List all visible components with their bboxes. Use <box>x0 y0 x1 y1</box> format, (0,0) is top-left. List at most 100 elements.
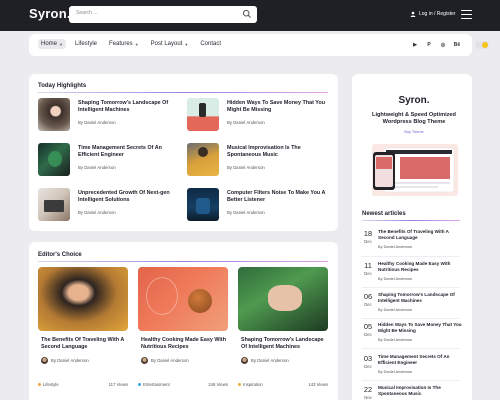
article-author: By Daniel Anderson <box>378 337 413 342</box>
article-title[interactable]: Shaping Tomorrow's Landscape Of Intellig… <box>78 100 182 114</box>
divider <box>362 318 460 319</box>
article-title[interactable]: Healthy Cooking Made Easy With Nutritiou… <box>141 337 229 351</box>
article-author: By Daniel Anderson <box>378 307 413 312</box>
highlight-item[interactable]: Unprecedented Growth Of Next-gen Intelli… <box>38 188 178 222</box>
search-icon[interactable] <box>242 9 252 19</box>
section-divider <box>38 261 328 263</box>
date-month: Nov <box>364 395 372 400</box>
divider <box>362 348 460 349</box>
article-author: By Daniel Anderson <box>378 276 413 281</box>
chevron-down-icon: ▼ <box>59 41 63 47</box>
article-title[interactable]: Hidden Ways To Save Money That You Might… <box>227 100 331 114</box>
category-badge[interactable]: Entertainment <box>138 382 170 387</box>
nav-item-home[interactable]: Home ▼ <box>38 39 66 49</box>
highlight-item[interactable]: Hidden Ways To Save Money That You Might… <box>187 98 327 132</box>
category-dot <box>238 383 241 387</box>
article-title[interactable]: Shaping Tomorrow's Landscape Of Intellig… <box>241 337 329 351</box>
buy-theme-link[interactable]: Buy Theme <box>369 130 459 134</box>
highlight-item[interactable]: Musical Improvisation Is The Spontaneous… <box>187 143 327 177</box>
date-month: Dec <box>364 302 372 307</box>
avatar <box>241 357 248 364</box>
main-nav: Home ▼ Lifestyle Features ▼ Post Layout … <box>29 34 489 56</box>
divider <box>362 380 460 381</box>
newest-article-item[interactable]: 11 Dec Healthy Cooking Made Easy With Nu… <box>362 261 462 289</box>
highlight-item[interactable]: Computer Filters Noise To Make You A Bet… <box>187 188 327 222</box>
article-meta: Inspiration 143 Views <box>238 382 328 387</box>
nav-label: Contact <box>200 41 221 47</box>
section-divider <box>38 92 328 94</box>
newest-article-item[interactable]: 18 Dec The Benefits Of Traveling With A … <box>362 229 462 257</box>
article-image[interactable] <box>238 267 328 331</box>
date-day: 05 <box>363 322 373 331</box>
article-thumbnail[interactable] <box>187 188 219 221</box>
nav-item-contact[interactable]: Contact <box>197 39 224 49</box>
category-dot <box>138 383 141 387</box>
article-title[interactable]: Hidden Ways To Save Money That You Might… <box>378 322 466 334</box>
article-title[interactable]: Time Management Secrets Of An Efficient … <box>378 354 466 366</box>
article-title[interactable]: Computer Filters Noise To Make You A Bet… <box>227 190 331 204</box>
article-title[interactable]: Shaping Tomorrow's Landscape Of Intellig… <box>378 292 466 304</box>
sidebar-tagline: Lightweight & Speed Optimized Wordpress … <box>372 112 456 126</box>
search-box[interactable]: Search ... <box>69 6 257 23</box>
article-title[interactable]: Unprecedented Growth Of Next-gen Intelli… <box>78 190 182 204</box>
theme-preview-image[interactable] <box>370 140 460 200</box>
avatar <box>141 357 148 364</box>
avatar <box>41 357 48 364</box>
dark-mode-toggle[interactable] <box>475 41 489 49</box>
user-icon <box>410 11 416 17</box>
category-badge[interactable]: Inspiration <box>238 382 263 387</box>
dribbble-icon[interactable]: ◎ <box>439 41 447 49</box>
article-title[interactable]: Healthy Cooking Made Easy With Nutritiou… <box>378 261 466 273</box>
article-title[interactable]: Musical Improvisation Is The Spontaneous… <box>227 145 331 159</box>
article-title[interactable]: Time Management Secrets Of An Efficient … <box>78 145 182 159</box>
author-name: By Daniel Anderson <box>51 358 89 363</box>
article-thumbnail[interactable] <box>38 188 70 221</box>
article-author: By Daniel Anderson <box>78 120 116 125</box>
article-image[interactable] <box>38 267 128 331</box>
article-thumbnail[interactable] <box>38 143 70 176</box>
date-day: 03 <box>363 354 373 363</box>
date-day: 18 <box>363 229 373 238</box>
author-name: By Daniel Anderson <box>151 358 189 363</box>
newest-articles-title: Newest articles <box>362 211 406 217</box>
view-count: 143 Views <box>308 382 328 387</box>
article-thumbnail[interactable] <box>187 98 219 131</box>
site-logo[interactable]: Syron. <box>29 6 71 21</box>
article-author: By Daniel Anderson <box>78 210 116 215</box>
newest-article-item[interactable]: 05 Dec Hidden Ways To Save Money That Yo… <box>362 322 462 350</box>
article-author: By Daniel Anderson <box>227 210 265 215</box>
newest-article-item[interactable]: 22 Nov Musical Improvisation Is The Spon… <box>362 385 462 400</box>
divider <box>362 256 460 257</box>
article-author: By Daniel Anderson <box>227 120 265 125</box>
newest-article-item[interactable]: 03 Dec Time Management Secrets Of An Eff… <box>362 354 462 382</box>
article-thumbnail[interactable] <box>38 98 70 131</box>
newest-article-item[interactable]: 06 Dec Shaping Tomorrow's Landscape Of I… <box>362 292 462 320</box>
category-badge[interactable]: Lifestyle <box>38 382 59 387</box>
pinterest-icon[interactable]: P <box>425 41 433 49</box>
view-count: 117 Views <box>108 382 128 387</box>
nav-item-lifestyle[interactable]: Lifestyle <box>72 39 100 49</box>
article-author: By Daniel Anderson <box>78 165 116 170</box>
menu-icon[interactable] <box>461 10 472 19</box>
nav-item-post-layout[interactable]: Post Layout ▼ <box>148 39 192 49</box>
article-title[interactable]: Musical Improvisation Is The Spontaneous… <box>378 385 466 397</box>
article-image[interactable] <box>138 267 228 331</box>
nav-label: Post Layout <box>150 41 183 47</box>
search-input[interactable]: Search ... <box>76 10 97 16</box>
nav-item-features[interactable]: Features ▼ <box>106 39 142 49</box>
chevron-down-icon: ▼ <box>134 41 139 47</box>
date-month: Dec <box>364 271 372 276</box>
highlight-item[interactable]: Time Management Secrets Of An Efficient … <box>38 143 178 177</box>
behance-icon[interactable]: Bē <box>453 41 461 49</box>
nav-label: Home <box>41 41 58 47</box>
article-title[interactable]: The Benefits Of Traveling With A Second … <box>378 229 466 241</box>
youtube-icon[interactable]: ▶ <box>411 41 419 49</box>
article-author: By Daniel Anderson <box>141 357 189 364</box>
article-title[interactable]: The Benefits Of Traveling With A Second … <box>41 337 129 351</box>
highlight-item[interactable]: Shaping Tomorrow's Landscape Of Intellig… <box>38 98 178 132</box>
article-meta: Entertainment 246 Views <box>138 382 228 387</box>
date-month: Dec <box>364 239 372 244</box>
login-link[interactable]: Log in / Register <box>410 11 455 17</box>
article-author: By Daniel Anderson <box>378 244 413 249</box>
article-thumbnail[interactable] <box>187 143 219 176</box>
